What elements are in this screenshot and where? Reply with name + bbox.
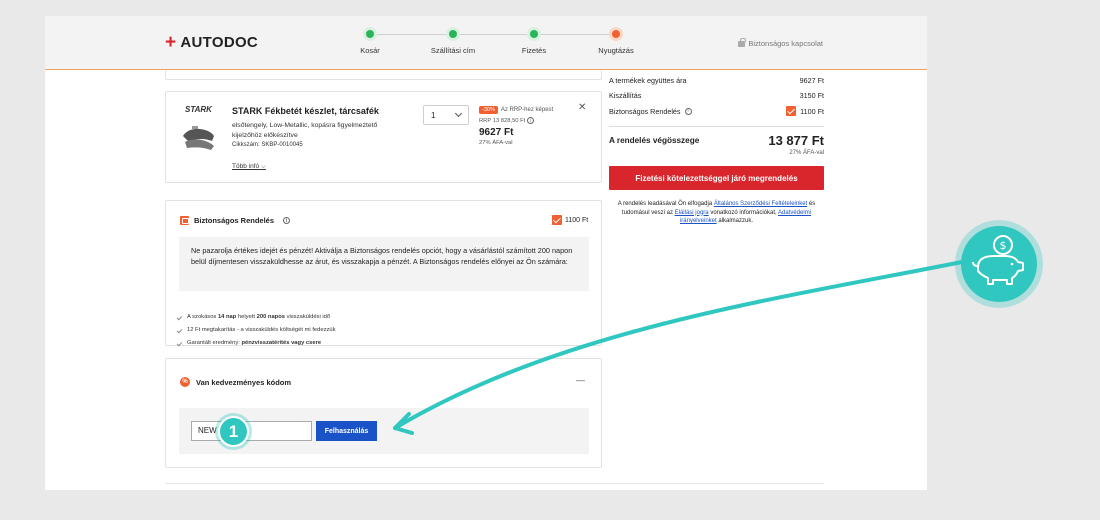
safe-order-header: Biztonságos Rendelés i xyxy=(180,216,291,225)
step-cart[interactable]: Kosár xyxy=(325,30,415,55)
product-vat: 27% ÁFA-val xyxy=(479,140,513,146)
secure-connection: Biztonságos kapcsolat xyxy=(738,37,823,48)
info-icon[interactable]: i xyxy=(684,107,692,115)
coupon-code-input[interactable]: NEW xyxy=(191,421,312,441)
checkout-header: + AUTODOC Kosár Szállítási cím Fizetés N… xyxy=(45,16,927,70)
brand-name: AUTODOC xyxy=(180,34,259,51)
coupon-title: Van kedvezményes kódom xyxy=(196,377,292,387)
step-label: Kosár xyxy=(360,46,380,55)
checkout-progress: Kosár Szállítási cím Fizetés Nyugtázás xyxy=(345,30,665,60)
terms-link[interactable]: Általános Szerződési Feltételeinket xyxy=(714,201,807,207)
step-done-dot xyxy=(449,30,457,38)
shopping-bag-icon xyxy=(180,216,189,225)
previous-card-bottom xyxy=(165,70,602,80)
step-label: Nyugtázás xyxy=(598,46,634,55)
total-label: A rendelés végösszege xyxy=(609,136,700,145)
discount-badge: -30% xyxy=(479,106,498,114)
plus-icon: + xyxy=(165,32,177,53)
safe-order-title: Biztonságos Rendelés xyxy=(194,216,275,225)
check-icon xyxy=(176,327,183,333)
check-icon xyxy=(176,314,183,320)
product-price: 9627 Ft xyxy=(479,127,514,138)
place-order-button[interactable]: Fizetési kötelezettséggel járó megrendel… xyxy=(609,166,824,190)
withdrawal-link[interactable]: Elállási jogra xyxy=(675,210,709,216)
product-description: elsőtengely, Low-Metallic, kopásra figye… xyxy=(232,122,378,139)
remove-item-icon[interactable]: ✕ xyxy=(578,102,586,113)
quantity-select[interactable]: 1 xyxy=(423,105,469,125)
step-confirmation: Nyugtázás xyxy=(571,30,661,55)
coupon-header[interactable]: % Van kedvezményes kódom xyxy=(180,377,291,387)
benefit-item: 12 Ft megtakarítás - a visszaküldés költ… xyxy=(176,327,336,333)
piggy-bank-badge: $ xyxy=(961,226,1037,302)
cart-item: STARK STARK Fékbetét készlet, tárcsafék … xyxy=(165,91,602,183)
stark-logo: STARK xyxy=(185,105,212,118)
chevron-down-icon xyxy=(454,109,463,118)
checkout-page: + AUTODOC Kosár Szállítási cím Fizetés N… xyxy=(45,16,927,490)
more-info-label: Több infó xyxy=(232,163,260,170)
stark-logo-text: STARK xyxy=(185,105,212,114)
product-sku: Cikkszám: SKBP-0010045 xyxy=(232,142,303,148)
total-vat: 27% ÁFA-val xyxy=(789,150,824,156)
discount-text: Az RRP-hez képest xyxy=(500,107,554,113)
step-shipping[interactable]: Szállítási cím xyxy=(408,30,498,55)
rrp-price: RRP 13 828,50 Ft i xyxy=(479,117,535,124)
terms-text: A rendelés leadásával Ön elfogadja Által… xyxy=(617,201,816,224)
step-payment[interactable]: Fizetés xyxy=(489,30,579,55)
svg-text:$: $ xyxy=(1000,239,1007,252)
quantity-value: 1 xyxy=(431,110,436,120)
step-label: Fizetés xyxy=(521,46,547,55)
summary-row-safe-order: Biztonságos Rendelés i 1100 Ft xyxy=(609,106,824,116)
safe-order-fee: 1100 Ft xyxy=(565,216,589,224)
secure-label: Biztonságos kapcsolat xyxy=(748,39,823,48)
apply-coupon-button[interactable]: Felhasználás xyxy=(316,421,377,441)
step-number-badge: 1 xyxy=(218,416,249,447)
brake-pads-image[interactable] xyxy=(180,122,218,152)
step-done-dot xyxy=(366,30,374,38)
safe-order-checkbox[interactable]: 1100 Ft xyxy=(552,215,588,225)
checkbox-checked-icon xyxy=(552,215,562,225)
checkbox-checked-icon[interactable] xyxy=(786,106,797,116)
benefit-item: A szokásos 14 nap helyett 200 napos viss… xyxy=(176,314,330,320)
divider xyxy=(165,483,824,484)
percent-icon: % xyxy=(180,377,190,387)
safe-order-card: Biztonságos Rendelés i 1100 Ft Ne pazaro… xyxy=(165,200,602,346)
collapse-icon[interactable]: — xyxy=(576,375,585,385)
info-icon[interactable]: i xyxy=(527,117,535,124)
info-icon[interactable]: i xyxy=(283,217,291,224)
safe-order-description: Ne pazarolja értékes idejét és pénzét! A… xyxy=(179,237,589,291)
chevron-down-icon: ⌵ xyxy=(260,163,266,170)
summary-row-products: A termékek együttes ára 9627 Ft xyxy=(609,76,824,85)
autodoc-logo[interactable]: + AUTODOC xyxy=(165,33,258,52)
piggy-bank-coin-icon: $ xyxy=(972,235,1024,285)
more-info-link[interactable]: Több infó ⌵ xyxy=(232,163,266,171)
step-done-dot xyxy=(530,30,538,38)
coupon-card: % Van kedvezményes kódom — NEW Felhaszná… xyxy=(165,358,602,468)
benefit-item: Garantált eredmény: pénzvisszatérítés va… xyxy=(176,340,321,346)
step-current-dot xyxy=(612,30,620,38)
total-value: 13 877 Ft xyxy=(768,133,824,148)
discount-info: -30% Az RRP-hez képest xyxy=(479,106,553,114)
lock-icon xyxy=(738,37,746,47)
summary-row-shipping: Kiszállítás 3150 Ft xyxy=(609,91,824,100)
check-icon xyxy=(176,340,183,346)
step-label: Szállítási cím xyxy=(430,46,476,55)
product-name[interactable]: STARK Fékbetét készlet, tárcsafék xyxy=(232,106,379,116)
rrp-text: RRP 13 828,50 Ft xyxy=(479,117,526,124)
